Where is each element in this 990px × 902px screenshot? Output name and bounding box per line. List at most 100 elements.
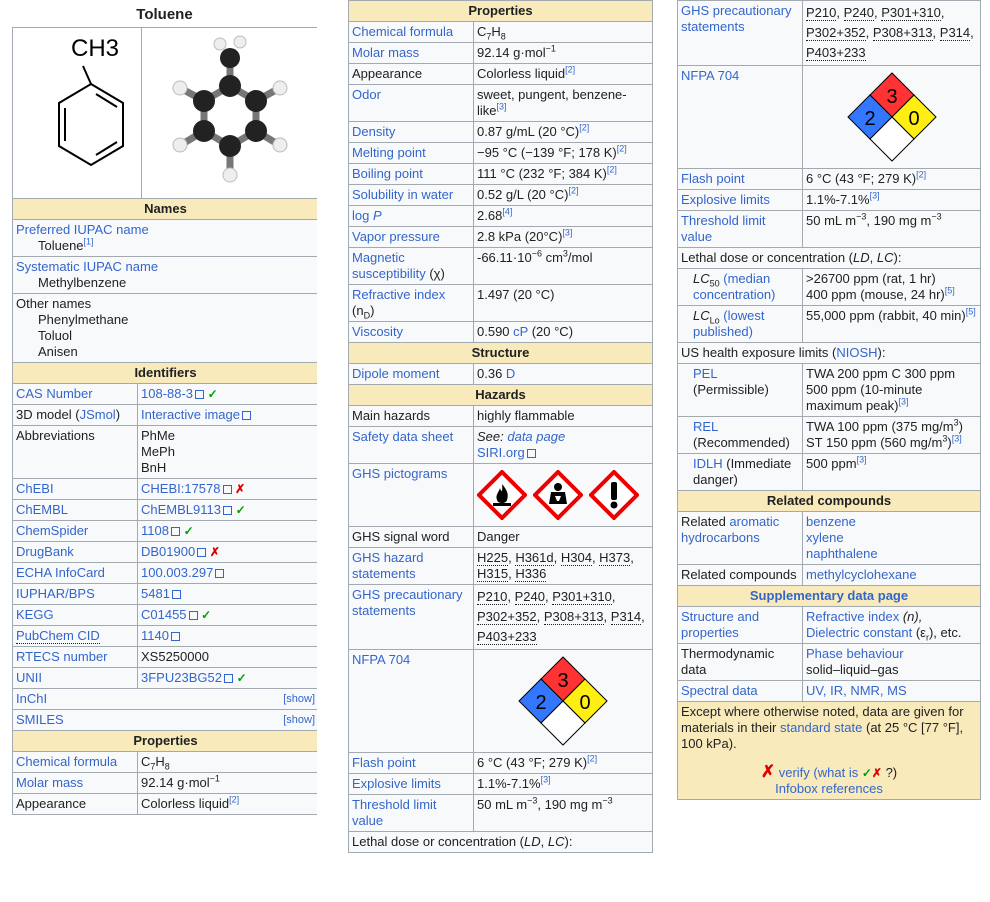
pubchem-label[interactable]: PubChem CID [16,628,100,644]
interactive-image-link[interactable]: Interactive image [141,407,240,422]
refractive-index-label[interactable]: Refractive index [352,287,445,302]
ghs-pictograms-label[interactable]: GHS pictograms [352,466,447,481]
infobox-column-1: Toluene CH3 Names Preferred IUPAC name T… [12,0,317,902]
external-link-icon [215,569,225,578]
unii-label[interactable]: UNII [16,670,42,685]
drugbank-value[interactable]: DB01900 [141,544,195,559]
melting-point-value: −95 °C (−139 °F; 178 K)[2] [473,142,653,164]
related-compound-link[interactable]: benzene [806,514,977,530]
ghs-precautionary-row: GHS precautionary statements P210, P240,… [348,584,653,650]
related-compound-link[interactable]: xylene [806,530,977,546]
precaution-code: P210 [806,5,837,21]
cas-value[interactable]: 108-88-3 [141,386,193,401]
drugbank-label[interactable]: DrugBank [16,544,74,559]
nfpa-diamond-icon[interactable]: 3 2 0 [518,656,608,746]
flame-pictogram-icon[interactable] [477,470,527,520]
flash-point-label[interactable]: Flash point [352,755,416,770]
molar-mass-label[interactable]: Molar mass [16,775,83,790]
melting-point-label[interactable]: Melting point [352,145,426,160]
standard-state-link[interactable]: standard state [780,720,862,735]
refractive-index-link[interactable]: Refractive index [806,609,899,624]
explosive-limits-label[interactable]: Explosive limits [352,776,441,791]
echa-value[interactable]: 100.003.297 [141,565,213,580]
echa-label[interactable]: ECHA InfoCard [16,565,105,580]
verify-link[interactable]: verify [779,765,810,780]
idlh-link[interactable]: IDLH [693,456,723,471]
rel-link[interactable]: REL [693,419,718,434]
chebi-value[interactable]: CHEBI:17578 [141,481,221,496]
nfpa-health: 2 [535,692,546,714]
kegg-value[interactable]: C01455 [141,607,187,622]
niosh-link[interactable]: NIOSH [836,345,877,360]
iuphar-value[interactable]: 5481 [141,586,170,601]
chemical-formula-label[interactable]: Chemical formula [16,754,117,769]
iuphar-label[interactable]: IUPHAR/BPS [16,586,95,601]
nfpa-label[interactable]: NFPA 704 [352,652,410,667]
magnetic-susceptibility-label[interactable]: Magnetic susceptibility [352,250,426,281]
rtecs-label[interactable]: RTECS number [16,649,108,664]
chebi-label[interactable]: ChEBI [16,481,54,496]
kegg-label[interactable]: KEGG [16,607,54,622]
viscosity-label[interactable]: Viscosity [352,324,403,339]
chemical-formula-label[interactable]: Chemical formula [352,24,453,39]
ghs-hazard-label[interactable]: GHS hazard statements [352,550,424,581]
related-compound-link[interactable]: naphthalene [806,546,977,562]
threshold-label[interactable]: Threshold limit value [352,797,437,828]
methylcyclohexane-link[interactable]: methylcyclohexane [806,567,917,582]
preferred-iupac-link[interactable]: Preferred IUPAC name [16,222,149,237]
cas-label[interactable]: CAS Number [16,386,93,401]
phase-behaviour-link[interactable]: Phase behaviour [806,646,904,661]
dipole-label[interactable]: Dipole moment [352,366,439,381]
odor-label[interactable]: Odor [352,87,381,102]
infobox-references-link[interactable]: Infobox references [775,781,883,796]
debye-link[interactable]: D [506,366,515,381]
solubility-label[interactable]: Solubility in water [352,187,453,202]
density-label[interactable]: Density [352,124,395,139]
smiles-show-toggle[interactable]: [show] [283,712,315,728]
molar-mass-label[interactable]: Molar mass [352,45,419,60]
nfpa-health: 2 [864,108,875,130]
siri-link[interactable]: SIRI.org [477,445,525,460]
health-hazard-pictogram-icon[interactable] [533,470,583,520]
unii-value[interactable]: 3FPU23BG52 [141,670,222,685]
sds-label[interactable]: Safety data sheet [352,429,453,444]
flash-point-row: Flash point 6 °C (43 °F; 279 K)[2] [348,752,653,774]
flash-point-row: Flash point 6 °C (43 °F; 279 K)[2] [677,168,981,190]
chembl-value[interactable]: ChEMBL9113 [141,502,221,517]
explosive-limits-label[interactable]: Explosive limits [681,192,770,207]
chemspider-label[interactable]: ChemSpider [16,523,88,538]
inchi-label[interactable]: InChI [16,691,47,706]
cp-link[interactable]: cP [513,324,528,339]
supplementary-data-link[interactable]: Supplementary data page [750,588,908,603]
spectral-methods-link[interactable]: UV, IR, NMR, MS [806,683,907,698]
what-is-link[interactable]: (what is ✓✗ [813,765,882,780]
systematic-iupac-link[interactable]: Systematic IUPAC name [16,259,158,274]
chembl-label[interactable]: ChEMBL [16,502,68,517]
nfpa-label[interactable]: NFPA 704 [681,68,739,83]
vapor-pressure-label[interactable]: Vapor pressure [352,229,440,244]
abbreviations-label: Abbreviations [12,425,138,479]
smiles-label[interactable]: SMILES [16,712,64,727]
boiling-point-label[interactable]: Boiling point [352,166,423,181]
rel-value: TWA 100 ppm (375 mg/m3) ST 150 ppm (560 m… [802,416,981,454]
spectral-data-link[interactable]: Spectral data [681,683,758,698]
ghs-precautionary-label[interactable]: GHS precautionary statements [352,587,463,618]
jsmol-link[interactable]: JSmol [80,407,116,422]
dielectric-constant-link[interactable]: Dielectric constant [806,625,912,640]
inchi-show-toggle[interactable]: [show] [283,691,315,707]
exclamation-pictogram-icon[interactable] [589,470,639,520]
nfpa-diamond-icon[interactable]: 3 2 0 [846,72,937,162]
magnetic-susceptibility-row: Magnetic susceptibility (χ) -66.11·10−6 … [348,247,653,285]
threshold-row: Threshold limit value 50 mL m−3, 190 mg … [677,210,981,248]
threshold-label[interactable]: Threshold limit value [681,213,766,244]
flash-point-label[interactable]: Flash point [681,171,745,186]
pubchem-value[interactable]: 1140 [141,628,169,643]
external-link-icon [195,390,205,399]
log-p-label[interactable]: log P [352,208,382,223]
check-icon: ✓ [207,387,218,401]
chemspider-value[interactable]: 1108 [141,523,169,538]
structure-properties-link[interactable]: Structure and properties [681,609,759,640]
ghs-precautionary-label[interactable]: GHS precautionary statements [681,3,792,34]
pel-link[interactable]: PEL [693,366,718,381]
data-page-link[interactable]: data page [507,429,565,444]
